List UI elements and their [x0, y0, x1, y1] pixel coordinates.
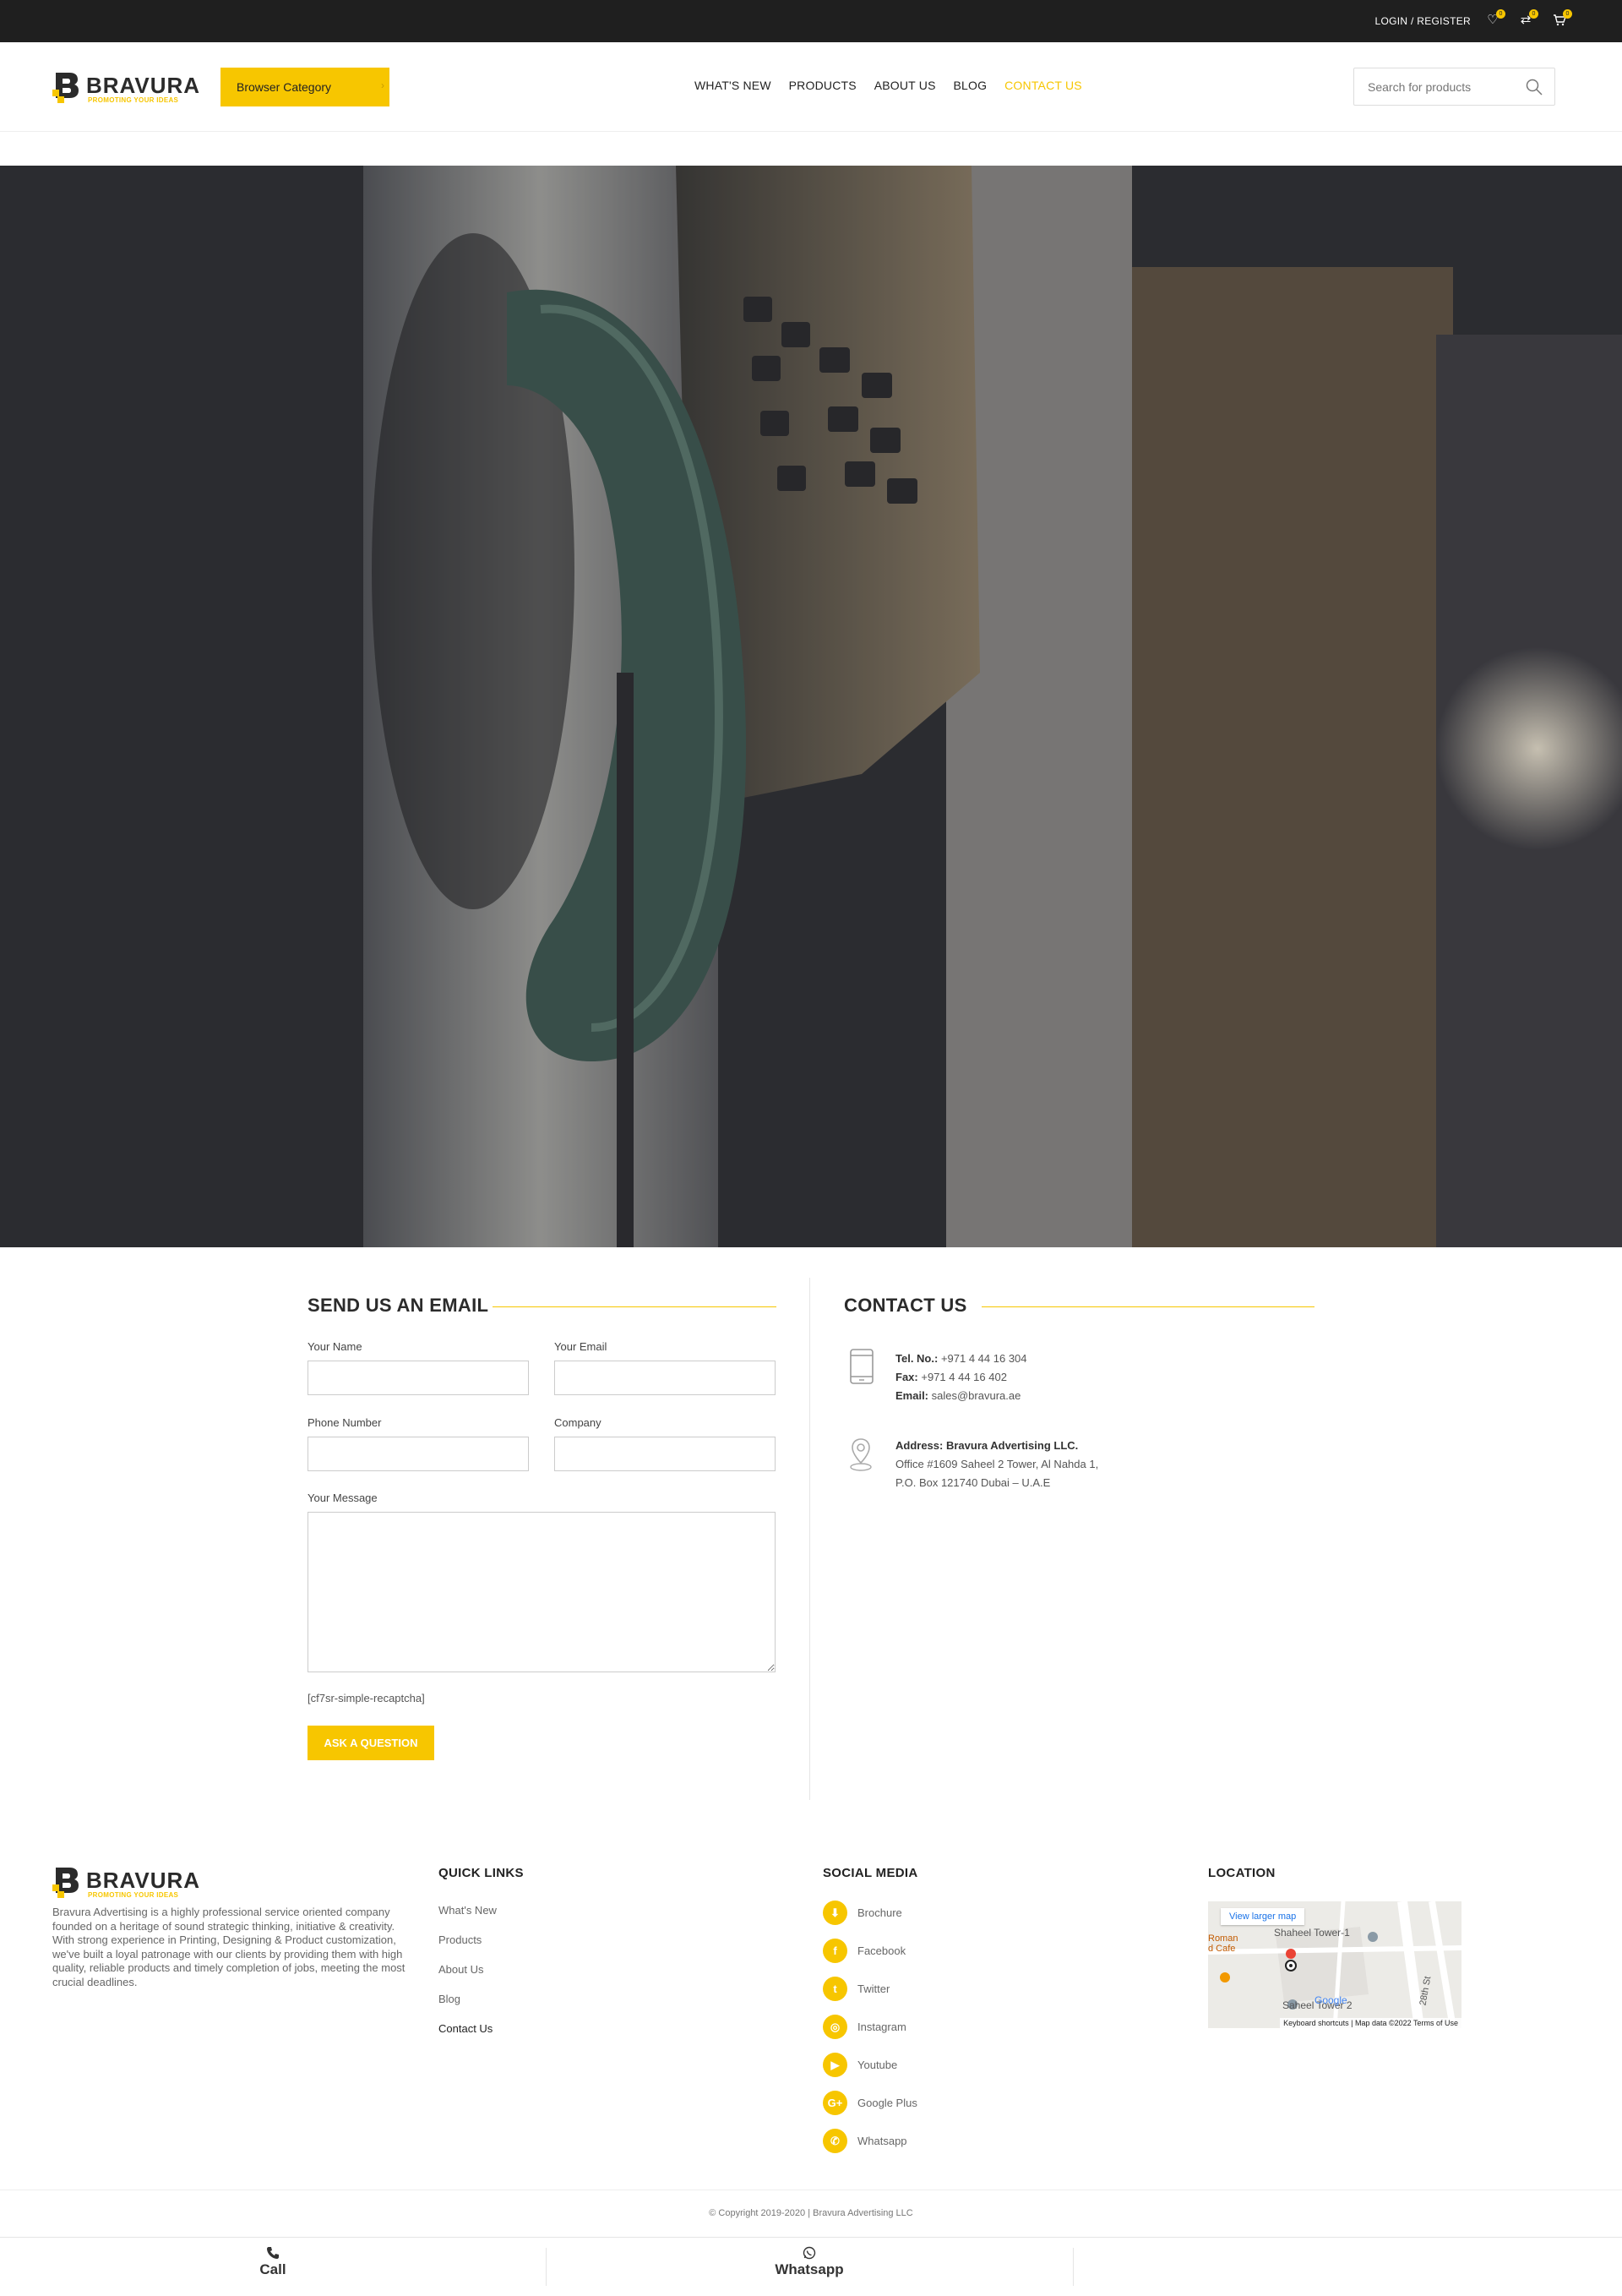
social-label: Facebook: [857, 1944, 906, 1957]
location-title: LOCATION: [1208, 1866, 1276, 1880]
location-pin-icon: [850, 1438, 872, 1471]
name-field[interactable]: [308, 1361, 529, 1395]
footer-link-about-us[interactable]: About Us: [438, 1963, 483, 1976]
email-contact-label: Email:: [895, 1389, 929, 1402]
mobile-phone-icon: [850, 1349, 874, 1384]
nav-blog[interactable]: BLOG: [954, 79, 988, 92]
quick-links-title: QUICK LINKS: [438, 1866, 524, 1880]
compare-icon[interactable]: ⇄ 0: [1517, 9, 1538, 29]
whatsapp-icon: [803, 2246, 816, 2260]
youtube-icon: ▶: [823, 2053, 847, 2077]
address-line-1: Office #1609 Saheel 2 Tower, Al Nahda 1,: [895, 1458, 1099, 1470]
whatsapp-label: Whatsapp: [775, 2261, 844, 2277]
tel-value[interactable]: +971 4 44 16 304: [941, 1352, 1027, 1365]
tel-label: Tel. No.:: [895, 1352, 939, 1365]
search-icon[interactable]: [1526, 79, 1543, 95]
cart-count-badge: 0: [1563, 9, 1572, 19]
address-line-2: P.O. Box 121740 Dubai – U.A.E: [895, 1476, 1051, 1489]
logo-word: BRAVURA: [86, 73, 201, 98]
bottom-action-bar: Call Whatsapp: [0, 2237, 1622, 2296]
browse-category-label: Browser Category: [237, 80, 332, 94]
phone-icon: [267, 2247, 279, 2259]
company-label: Company: [554, 1416, 601, 1429]
instagram-icon: ◎: [823, 2015, 847, 2039]
logo-mark-icon: [52, 1868, 79, 1898]
contact-phone-block: Tel. No.: +971 4 44 16 304 Fax: +971 4 4…: [895, 1350, 1027, 1405]
message-textarea[interactable]: [308, 1512, 776, 1672]
wishlist-count-badge: 0: [1496, 9, 1505, 19]
footer-logo-tagline: PROMOTING YOUR IDEAS: [88, 1891, 179, 1899]
whatsapp-icon: ✆: [823, 2129, 847, 2153]
social-label: Whatsapp: [857, 2135, 907, 2147]
search-input[interactable]: [1354, 68, 1523, 105]
footer-about-text: Bravura Advertising is a highly professi…: [52, 1906, 406, 1988]
phone-label: Phone Number: [308, 1416, 382, 1429]
login-register-link[interactable]: LOGIN / REGISTER: [1375, 15, 1472, 27]
facebook-icon: f: [823, 1939, 847, 1963]
footer-link-products[interactable]: Products: [438, 1933, 482, 1946]
footer-link-blog[interactable]: Blog: [438, 1993, 460, 2005]
social-label: Twitter: [857, 1982, 890, 1995]
call-button[interactable]: Call: [0, 2238, 546, 2288]
name-label: Your Name: [308, 1340, 362, 1353]
map-label-cafe: Roman d Cafe: [1208, 1933, 1238, 1954]
view-larger-map-link[interactable]: View larger map: [1221, 1908, 1305, 1925]
call-label: Call: [259, 2261, 286, 2277]
logo-tagline: PROMOTING YOUR IDEAS: [88, 96, 179, 104]
copyright-text: © Copyright 2019-2020 | Bravura Advertis…: [709, 2208, 913, 2218]
footer-logo-word: BRAVURA: [86, 1868, 201, 1893]
nav-about-us[interactable]: ABOUT US: [874, 79, 936, 92]
cart-icon[interactable]: 0: [1551, 9, 1572, 29]
whatsapp-button[interactable]: Whatsapp: [546, 2238, 1073, 2288]
recaptcha-placeholder: [cf7sr-simple-recaptcha]: [308, 1692, 425, 1704]
twitter-icon: t: [823, 1977, 847, 2001]
map-attribution[interactable]: Keyboard shortcuts | Map data ©2022 Term…: [1280, 2018, 1461, 2028]
logo-mark-icon: [52, 73, 79, 103]
column-divider: [809, 1278, 810, 1800]
title-underline: [493, 1306, 776, 1307]
nav-whats-new[interactable]: WHAT'S NEW: [694, 79, 771, 92]
hero-banner-image: [0, 166, 1622, 1247]
search-box: [1353, 68, 1555, 106]
browse-category-button[interactable]: Browser Category ›: [220, 68, 389, 106]
contact-address-block: Address: Bravura Advertising LLC. Office…: [895, 1437, 1098, 1492]
footer-logo[interactable]: BRAVURA PROMOTING YOUR IDEAS: [52, 1866, 199, 1900]
wishlist-icon[interactable]: ♡ 0: [1484, 9, 1505, 29]
location-map[interactable]: View larger map Shaheel Tower-1 Saheel T…: [1208, 1901, 1461, 2028]
social-label: Youtube: [857, 2059, 898, 2071]
main-nav: WHAT'S NEW PRODUCTS ABOUT US BLOG CONTAC…: [694, 79, 1097, 92]
payphone-photo: [0, 166, 1622, 1247]
chevron-right-icon: ›: [381, 79, 384, 91]
compare-count-badge: 0: [1529, 9, 1538, 19]
footer-link-contact-us[interactable]: Contact Us: [438, 2022, 493, 2035]
download-icon: ⬇: [823, 1901, 847, 1925]
contact-title: CONTACT US: [844, 1295, 967, 1316]
social-label: Google Plus: [857, 2097, 917, 2109]
top-bar: LOGIN / REGISTER ♡ 0 ⇄ 0 0: [0, 0, 1622, 42]
message-label: Your Message: [308, 1492, 378, 1504]
company-field[interactable]: [554, 1437, 776, 1471]
social-media-title: SOCIAL MEDIA: [823, 1866, 918, 1880]
social-label: Instagram: [857, 2021, 906, 2033]
google-logo: Google: [1314, 1994, 1347, 2006]
email-value[interactable]: sales@bravura.ae: [932, 1389, 1021, 1402]
fax-label: Fax:: [895, 1371, 918, 1383]
title-underline: [982, 1306, 1314, 1307]
nav-contact-us[interactable]: CONTACT US: [1004, 79, 1082, 92]
email-form-title: SEND US AN EMAIL: [308, 1295, 489, 1316]
phone-field[interactable]: [308, 1437, 529, 1471]
google-plus-icon: G+: [823, 2091, 847, 2115]
map-label-tower-1: Shaheel Tower-1: [1274, 1927, 1350, 1939]
nav-products[interactable]: PRODUCTS: [789, 79, 857, 92]
fax-value: +971 4 44 16 402: [921, 1371, 1007, 1383]
address-label: Address:: [895, 1439, 944, 1452]
social-label: Brochure: [857, 1906, 902, 1919]
site-logo[interactable]: BRAVURA PROMOTING YOUR IDEAS: [52, 71, 199, 106]
email-field[interactable]: [554, 1361, 776, 1395]
ask-question-button[interactable]: ASK A QUESTION: [308, 1726, 434, 1760]
bar-divider: [1073, 2248, 1074, 2286]
footer-link-whats-new[interactable]: What's New: [438, 1904, 497, 1917]
address-name: Bravura Advertising LLC.: [945, 1439, 1079, 1452]
email-label: Your Email: [554, 1340, 607, 1353]
